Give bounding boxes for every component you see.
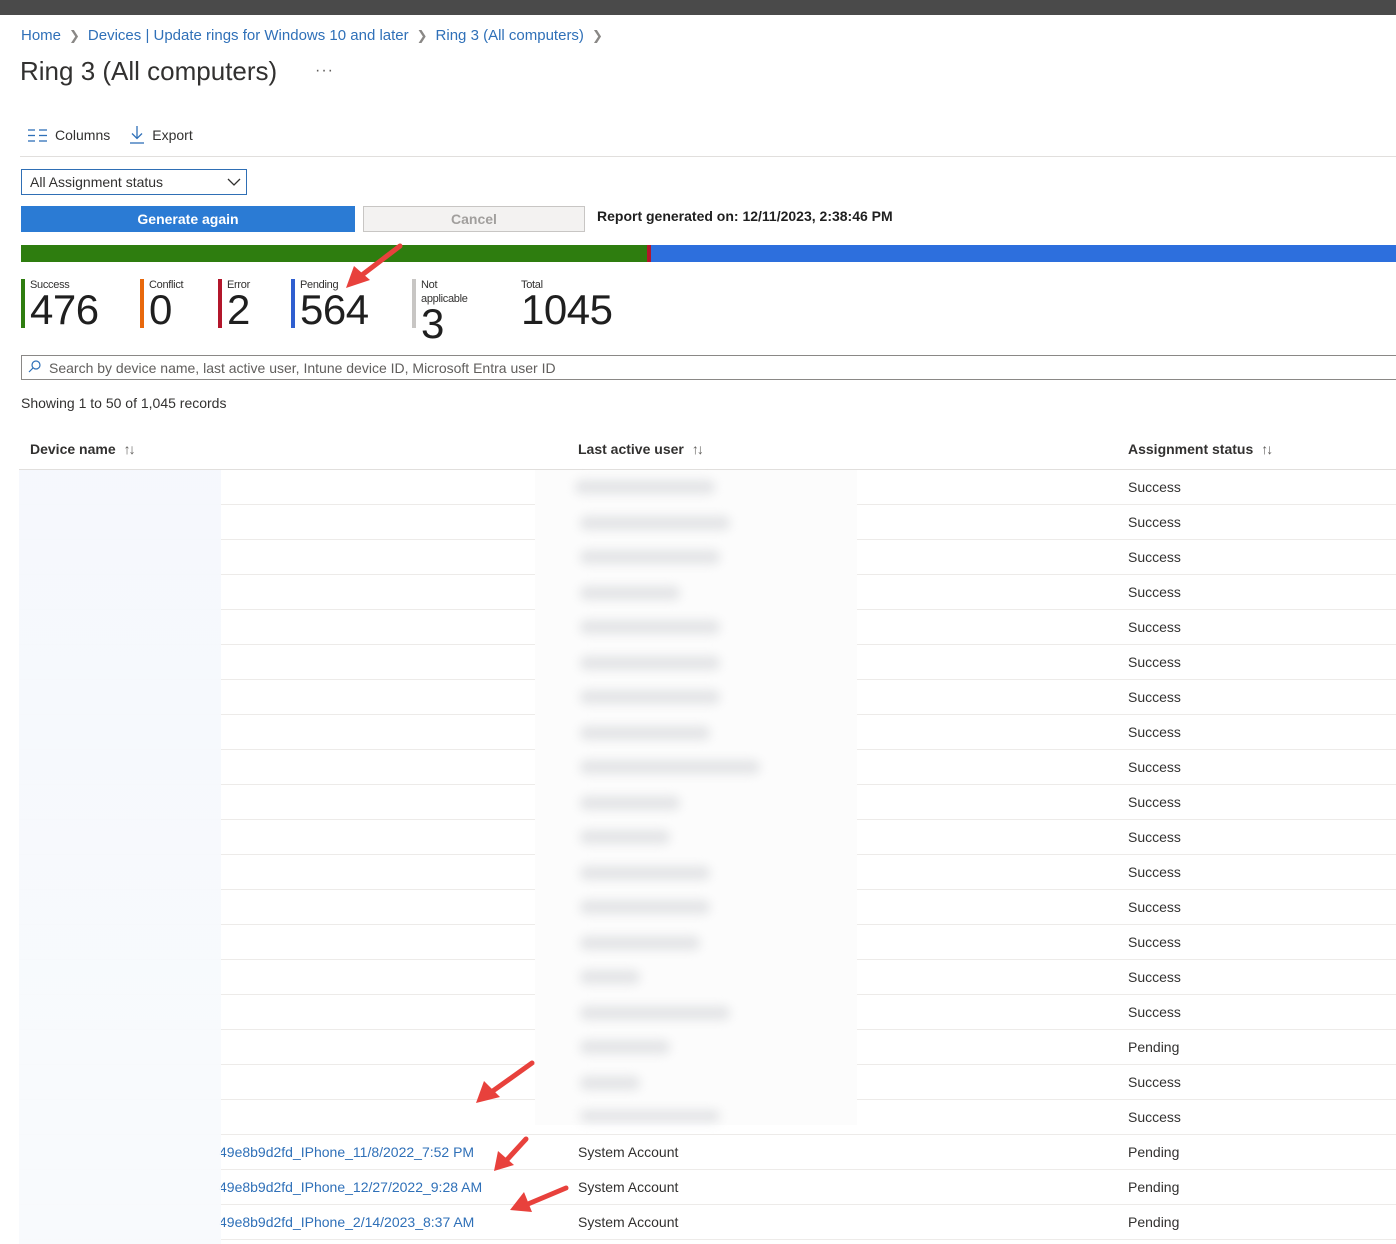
column-header-assignment-status[interactable]: Assignment status ↑↓ <box>1128 441 1273 457</box>
top-bar <box>0 0 1396 15</box>
assignment-status-cell: Success <box>1128 1109 1181 1125</box>
breadcrumb-ring3[interactable]: Ring 3 (All computers) <box>436 27 584 44</box>
dropdown-selected-value: All Assignment status <box>30 174 164 190</box>
export-button[interactable]: Export <box>130 126 193 144</box>
assignment-status-cell: Success <box>1128 969 1181 985</box>
last-active-user-cell: System Account <box>578 1179 679 1195</box>
toolbar: Columns Export <box>28 126 193 144</box>
assignment-status-cell: Success <box>1128 514 1181 530</box>
assignment-status-cell: Pending <box>1128 1179 1180 1195</box>
assignment-status-cell: Success <box>1128 934 1181 950</box>
assignment-status-cell: Success <box>1128 724 1181 740</box>
annotation-arrow-icon <box>346 243 403 288</box>
annotation-arrow-icon <box>510 1185 569 1212</box>
breadcrumb-update-rings[interactable]: Devices | Update rings for Windows 10 an… <box>88 27 409 44</box>
assignment-status-cell: Success <box>1128 1004 1181 1020</box>
device-name-link[interactable]: 49e8b9d2fd_IPhone_2/14/2023_8:37 AM <box>219 1214 474 1230</box>
column-label: Device name <box>30 441 116 457</box>
stat-error[interactable]: Error 2 <box>218 278 250 333</box>
assignment-status-cell: Success <box>1128 899 1181 915</box>
assignment-status-cell: Pending <box>1128 1214 1180 1230</box>
assignment-status-cell: Success <box>1128 584 1181 600</box>
generate-again-button[interactable]: Generate again <box>21 206 355 232</box>
columns-icon <box>28 128 47 142</box>
stat-value: 3 <box>421 300 444 347</box>
search-box[interactable] <box>21 355 1396 380</box>
columns-label: Columns <box>55 127 111 143</box>
columns-button[interactable]: Columns <box>28 126 110 144</box>
toolbar-divider <box>20 156 1396 157</box>
export-label: Export <box>152 127 193 143</box>
assignment-status-cell: Success <box>1128 794 1181 810</box>
download-icon <box>130 126 145 144</box>
breadcrumb-home[interactable]: Home <box>21 27 61 44</box>
cancel-button[interactable]: Cancel <box>363 206 585 232</box>
redacted-region <box>535 470 857 1125</box>
assignment-status-cell: Success <box>1128 619 1181 635</box>
assignment-status-cell: Success <box>1128 864 1181 880</box>
assignment-status-dropdown[interactable]: All Assignment status <box>21 169 247 195</box>
chevron-right-icon: ❯ <box>591 28 603 43</box>
stat-value: 0 <box>149 286 172 333</box>
stat-value: 1045 <box>521 286 613 333</box>
stat-color-bar <box>291 279 295 328</box>
stat-value: 2 <box>227 286 250 333</box>
sort-icon[interactable]: ↑↓ <box>1261 441 1273 457</box>
table-row[interactable]: 49e8b9d2fd_IPhone_11/8/2022_7:52 PM Syste… <box>19 1135 1396 1170</box>
assignment-status-cell: Success <box>1128 759 1181 775</box>
status-progress-bar <box>21 245 1396 262</box>
stat-not-applicable[interactable]: Not applicable 3 <box>412 278 468 345</box>
stat-total: Total 1045 <box>512 278 613 333</box>
table-row[interactable]: 49e8b9d2fd_IPhone_2/14/2023_8:37 AM Syste… <box>19 1205 1396 1240</box>
annotation-arrow-icon <box>494 1136 529 1171</box>
device-name-link[interactable]: 49e8b9d2fd_IPhone_12/27/2022_9:28 AM <box>219 1179 482 1195</box>
sort-icon[interactable]: ↑↓ <box>124 441 136 457</box>
search-icon <box>28 359 41 376</box>
chevron-right-icon: ❯ <box>69 28 80 43</box>
annotation-arrow-icon <box>476 1060 535 1103</box>
assignment-status-cell: Success <box>1128 549 1181 565</box>
device-name-link[interactable]: 49e8b9d2fd_IPhone_11/8/2022_7:52 PM <box>219 1144 474 1160</box>
table-header: Device name ↑↓ Last active user ↑↓ Assig… <box>19 431 1396 470</box>
search-input[interactable] <box>47 358 1351 377</box>
assignment-status-cell: Pending <box>1128 1144 1180 1160</box>
last-active-user-cell: System Account <box>578 1214 679 1230</box>
stat-conflict[interactable]: Conflict 0 <box>140 278 184 333</box>
column-header-device-name[interactable]: Device name ↑↓ <box>30 441 136 457</box>
progress-pending-segment <box>650 245 1396 262</box>
stat-color-bar <box>412 279 416 328</box>
stat-color-bar <box>21 279 25 328</box>
stat-color-bar <box>218 279 222 328</box>
column-label: Assignment status <box>1128 441 1254 457</box>
chevron-down-icon <box>222 170 246 194</box>
stat-success[interactable]: Success 476 <box>21 278 99 333</box>
assignment-status-cell: Success <box>1128 689 1181 705</box>
records-count: Showing 1 to 50 of 1,045 records <box>21 395 227 411</box>
stat-color-bar <box>140 279 144 328</box>
column-label: Last active user <box>578 441 684 457</box>
assignment-status-cell: Success <box>1128 829 1181 845</box>
stat-value: 476 <box>30 286 99 333</box>
assignment-status-cell: Pending <box>1128 1039 1180 1055</box>
more-options-button[interactable]: ··· <box>315 62 334 80</box>
chevron-right-icon: ❯ <box>416 28 428 43</box>
page-title: Ring 3 (All computers) <box>20 56 278 86</box>
table-row[interactable]: 49e8b9d2fd_IPhone_12/27/2022_9:28 AM Syst… <box>19 1170 1396 1205</box>
report-generated-text: Report generated on: 12/11/2023, 2:38:46… <box>597 208 893 224</box>
redacted-region <box>19 470 221 1244</box>
column-header-last-active-user[interactable]: Last active user ↑↓ <box>578 441 704 457</box>
assignment-status-cell: Success <box>1128 479 1181 495</box>
sort-icon[interactable]: ↑↓ <box>692 441 704 457</box>
assignment-status-cell: Success <box>1128 654 1181 670</box>
progress-success-segment <box>21 245 647 262</box>
last-active-user-cell: System Account <box>578 1144 679 1160</box>
stat-value: 564 <box>300 286 369 333</box>
breadcrumb: Home ❯ Devices | Update rings for Windows … <box>21 27 611 44</box>
assignment-status-cell: Success <box>1128 1074 1181 1090</box>
